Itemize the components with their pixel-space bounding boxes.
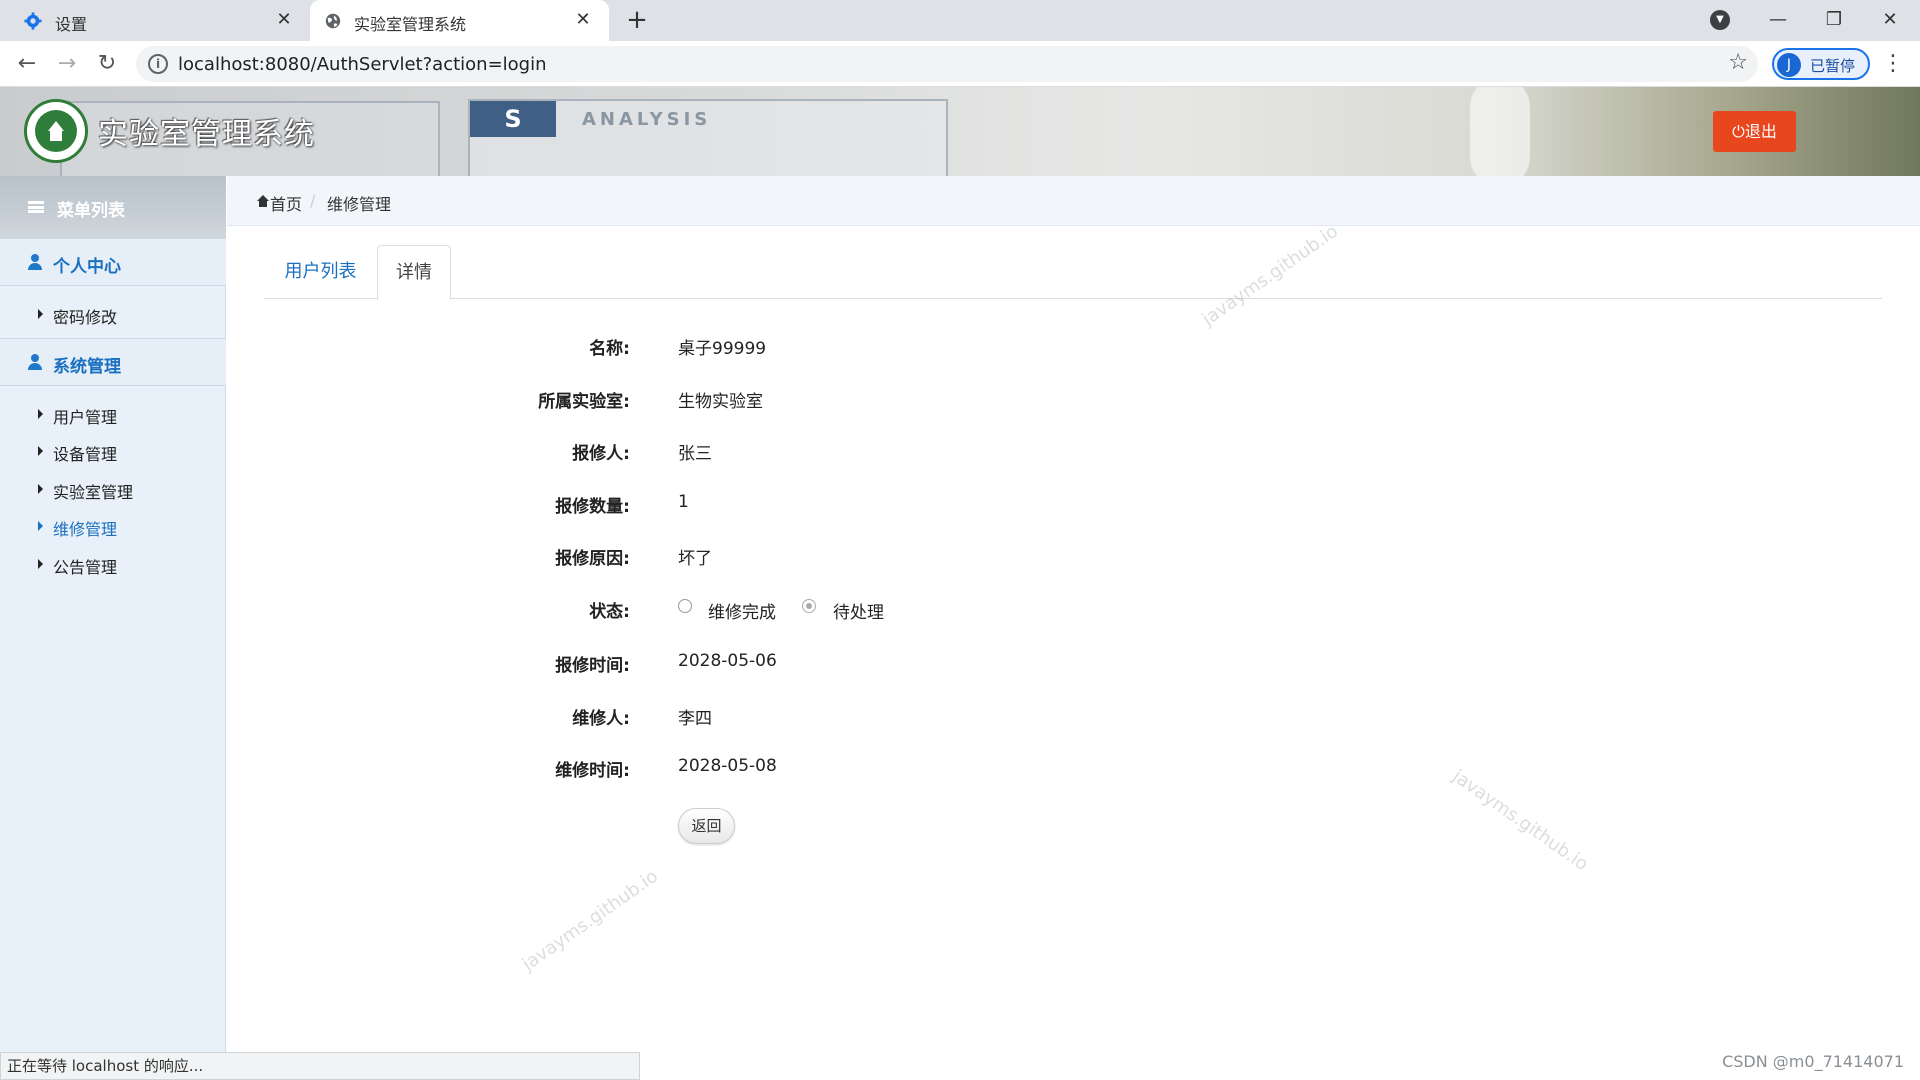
field-label: 维修人: <box>572 709 630 729</box>
user-icon <box>28 254 42 270</box>
detail-row-report-time: 报修时间: 2028-05-06 <box>0 648 1920 678</box>
banner-badge: S <box>470 101 556 137</box>
banner-decoration <box>1470 87 1530 176</box>
logout-button[interactable]: ⏻退出 <box>1713 111 1796 152</box>
university-logo <box>24 99 88 163</box>
info-icon[interactable]: i <box>148 54 168 74</box>
field-label: 名称: <box>589 339 630 359</box>
app-title: 实验室管理系统 <box>98 117 315 152</box>
page-tabs: 用户列表 详情 <box>264 245 1882 300</box>
bookmark-star-icon[interactable]: ☆ <box>1728 50 1748 75</box>
address-bar[interactable]: i localhost:8080/AuthServlet?action=logi… <box>136 46 1758 82</box>
minimize-icon[interactable]: — <box>1760 6 1796 34</box>
sidebar-item-password[interactable]: 密码修改 <box>0 296 226 332</box>
caret-right-icon <box>38 521 43 531</box>
field-label: 报修原因: <box>555 549 630 569</box>
window-close-icon[interactable]: ✕ <box>1872 6 1908 34</box>
detail-row-repair-time: 维修时间: 2028-05-08 <box>0 753 1920 783</box>
detail-row-reporter: 报修人: 张三 <box>0 436 1920 466</box>
detail-row-name: 名称: 桌子99999 <box>0 331 1920 361</box>
field-value: 2028-05-08 <box>678 756 777 776</box>
tab-user-list[interactable]: 用户列表 <box>264 245 377 299</box>
app-header: S ANALYSIS 实验室管理系统 ⏻退出 <box>0 87 1920 176</box>
browser-tab-settings[interactable]: 设置 ✕ <box>0 0 310 41</box>
browser-toolbar: ← → ↻ i localhost:8080/AuthServlet?actio… <box>0 41 1920 87</box>
detail-row-status: 状态: 维修完成 待处理 <box>0 594 1920 624</box>
url-text: localhost:8080/AuthServlet?action=login <box>178 54 547 75</box>
globe-icon <box>325 13 341 29</box>
close-icon[interactable]: ✕ <box>573 10 593 30</box>
detail-row-quantity: 报修数量: 1 <box>0 489 1920 519</box>
close-icon[interactable]: ✕ <box>274 10 294 30</box>
caret-right-icon <box>38 309 43 319</box>
field-value: 坏了 <box>678 549 712 569</box>
field-label: 报修时间: <box>555 656 630 676</box>
field-label: 状态: <box>589 602 630 622</box>
field-value: 桌子99999 <box>678 339 767 359</box>
forward-arrow-icon[interactable]: → <box>52 49 82 79</box>
field-label: 报修数量: <box>555 497 630 517</box>
sidebar-group-personal[interactable]: 个人中心 <box>0 238 226 286</box>
sidebar-item-label: 维修管理 <box>53 520 118 539</box>
sidebar-heading-label: 菜单列表 <box>57 201 125 221</box>
breadcrumb-current: 维修管理 <box>327 195 392 214</box>
browser-tabstrip: 设置 ✕ 实验室管理系统 ✕ + ▼ — ❐ ✕ <box>0 0 1920 41</box>
browser-tab-active[interactable]: 实验室管理系统 ✕ <box>310 0 609 41</box>
banner-decoration: S ANALYSIS <box>468 99 948 176</box>
credit-watermark: CSDN @m0_71414071 <box>1722 1052 1904 1071</box>
restore-icon[interactable]: ❐ <box>1816 6 1852 34</box>
back-arrow-icon[interactable]: ← <box>12 49 42 79</box>
gear-icon <box>24 12 42 30</box>
field-value: 生物实验室 <box>678 392 763 412</box>
breadcrumb-home[interactable]: 首页 <box>270 191 302 215</box>
field-value: 2028-05-06 <box>678 651 777 671</box>
field-label: 报修人: <box>572 444 630 464</box>
watermark: javayms.github.io <box>518 865 662 976</box>
field-label: 所属实验室: <box>538 392 630 412</box>
browser-status-bar: 正在等待 localhost 的响应... <box>0 1052 640 1080</box>
back-button[interactable]: 返回 <box>678 808 735 844</box>
profile-button[interactable]: J 已暂停 <box>1772 48 1870 80</box>
tab-details[interactable]: 详情 <box>377 245 451 300</box>
field-label: 维修时间: <box>555 761 630 781</box>
list-icon <box>28 201 44 213</box>
detail-row-lab: 所属实验室: 生物实验室 <box>0 384 1920 414</box>
banner-text: ANALYSIS <box>582 109 712 130</box>
breadcrumb: 首页 / 维修管理 <box>227 176 1920 226</box>
browser-tab-title: 实验室管理系统 <box>354 15 467 34</box>
sidebar-group-label: 个人中心 <box>53 257 121 277</box>
profile-status: 已暂停 <box>1810 57 1856 75</box>
home-icon <box>257 195 269 207</box>
tab-search-icon[interactable]: ▼ <box>1710 10 1730 30</box>
radio-label: 待处理 <box>833 603 884 623</box>
field-value: 李四 <box>678 709 712 729</box>
radio-label: 维修完成 <box>708 603 776 623</box>
field-value: 1 <box>678 492 689 512</box>
detail-row-repairer: 维修人: 李四 <box>0 701 1920 731</box>
browser-tab-title: 设置 <box>55 15 88 34</box>
new-tab-icon[interactable]: + <box>624 7 650 34</box>
more-menu-icon[interactable]: ⋮ <box>1880 49 1906 79</box>
sidebar-heading: 菜单列表 <box>0 176 226 238</box>
sidebar-item-label: 密码修改 <box>53 308 118 327</box>
radio-pending[interactable] <box>802 599 816 613</box>
radio-repair-complete[interactable] <box>678 599 692 613</box>
reload-icon[interactable]: ↻ <box>92 49 122 79</box>
field-value: 张三 <box>678 444 712 464</box>
avatar: J <box>1777 53 1801 77</box>
breadcrumb-separator: / <box>310 191 316 210</box>
detail-row-reason: 报修原因: 坏了 <box>0 541 1920 571</box>
